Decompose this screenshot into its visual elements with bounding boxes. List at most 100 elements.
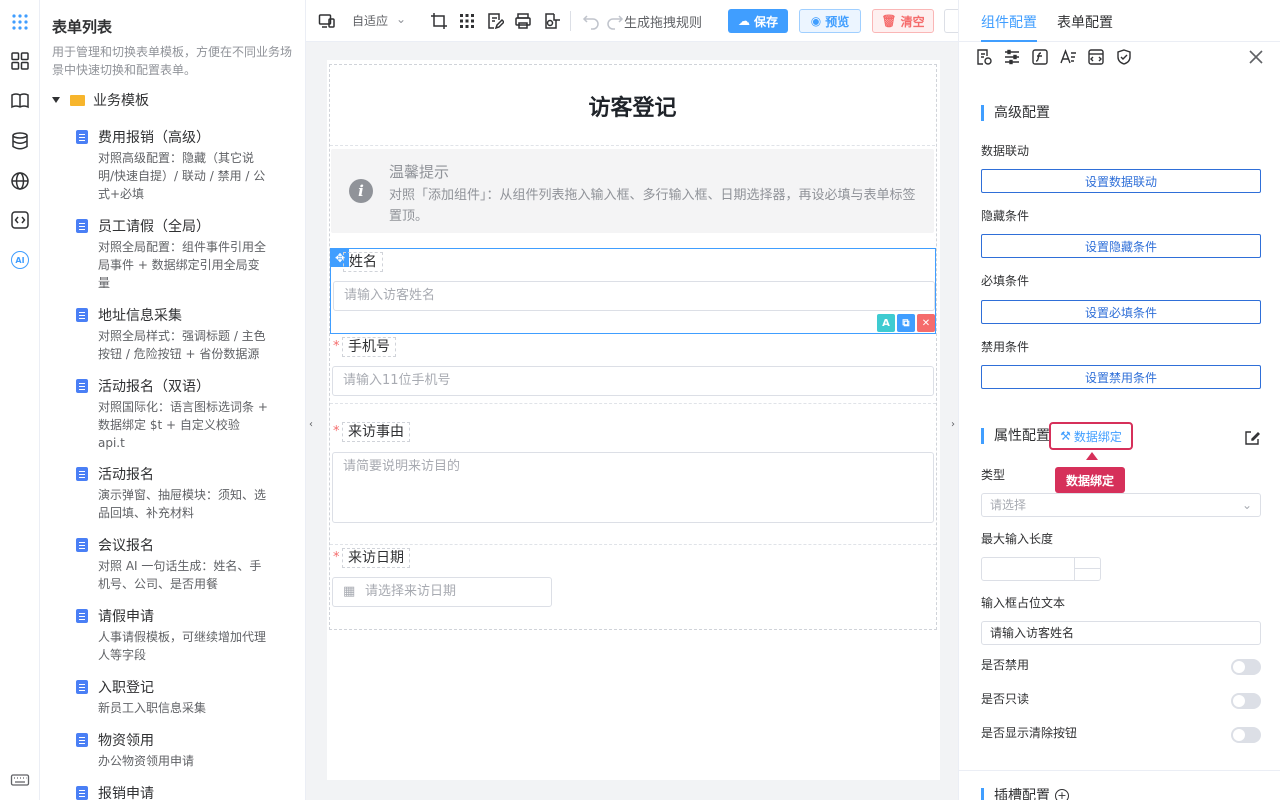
apps-grid-icon[interactable] bbox=[8, 10, 32, 34]
title-component[interactable]: 访客登记 bbox=[330, 66, 935, 146]
tip-alert[interactable]: i 温馨提示 对照「添加组件」：从组件列表拖入输入框、多行输入框、日期选择器，再… bbox=[331, 149, 934, 233]
folder-label: 业务模板 bbox=[93, 93, 149, 109]
function-icon[interactable] bbox=[1031, 48, 1049, 66]
collapse-left-button[interactable]: ‹ bbox=[306, 404, 316, 444]
disabled-switch[interactable] bbox=[1231, 659, 1261, 675]
form-doc-icon bbox=[76, 467, 88, 481]
linkage-label: 数据联动 bbox=[981, 144, 1030, 158]
toolbar: 自适应 ⌄ 生成拖拽规则 ☁ 保存 ◉ 预览 🗑 清空 bbox=[306, 0, 958, 42]
layout-mode-select[interactable]: 自适应 bbox=[352, 12, 388, 29]
delete-icon[interactable]: ✕ bbox=[917, 314, 935, 332]
edit-form-icon[interactable] bbox=[486, 12, 506, 30]
required-condition-label: 必填条件 bbox=[981, 274, 1030, 288]
close-icon[interactable] bbox=[1247, 48, 1265, 66]
tab-component-config[interactable]: 组件配置 bbox=[981, 12, 1037, 32]
date-placeholder: 请选择来访日期 bbox=[365, 584, 457, 599]
code-icon[interactable] bbox=[8, 208, 32, 232]
field-name[interactable]: ✥ 姓名 请输入访客姓名 A ⧉ ✕ bbox=[330, 248, 936, 334]
phone-input[interactable]: 请输入11位手机号 bbox=[332, 366, 934, 396]
name-input[interactable]: 请输入访客姓名 bbox=[333, 281, 935, 311]
template-desc: 对照全局样式：强调标题 / 主色按钮 / 危险按钮 + 省份数据源 bbox=[98, 329, 266, 361]
edit-icon[interactable] bbox=[1243, 429, 1261, 447]
undo-icon[interactable] bbox=[582, 12, 600, 30]
placeholder-input[interactable]: 请输入访客姓名 bbox=[981, 621, 1261, 645]
add-slot-icon[interactable]: + bbox=[1055, 789, 1069, 800]
type-placeholder: 请选择 bbox=[990, 498, 1027, 512]
data-binding-button[interactable]: ⚒ 数据绑定 bbox=[1049, 422, 1133, 450]
placeholder-label: 输入框占位文本 bbox=[981, 596, 1066, 610]
shield-icon[interactable] bbox=[1115, 48, 1133, 66]
template-desc: 对照高级配置：隐藏（其它说明/快速自提）/ 联动 / 禁用 / 公式+必填 bbox=[98, 151, 266, 201]
field-phone[interactable]: * 手机号 请输入11位手机号 bbox=[330, 334, 936, 404]
disabled-switch-label: 是否禁用 bbox=[981, 658, 1030, 672]
form-title: 访客登记 bbox=[588, 96, 677, 121]
trash-icon: 🗑 bbox=[881, 14, 897, 28]
keyboard-icon[interactable] bbox=[8, 768, 32, 792]
readonly-switch-label: 是否只读 bbox=[981, 692, 1030, 706]
clearable-switch[interactable] bbox=[1231, 727, 1261, 743]
template-name: 员工请假（全局） bbox=[98, 219, 210, 235]
generate-rules-button[interactable]: 生成拖拽规则 bbox=[624, 12, 702, 31]
field-label: 来访事由 bbox=[342, 422, 410, 442]
form-doc-icon bbox=[76, 786, 88, 800]
globe-icon[interactable] bbox=[8, 169, 32, 193]
required-mark: * bbox=[333, 424, 340, 439]
components-icon[interactable] bbox=[8, 49, 32, 73]
crop-icon[interactable] bbox=[430, 12, 448, 30]
save-button[interactable]: ☁ 保存 bbox=[728, 9, 788, 33]
maxlen-label: 最大输入长度 bbox=[981, 532, 1054, 546]
preview-button[interactable]: ◉ 预览 bbox=[799, 9, 861, 33]
config-panel: 组件配置 表单配置 高级配置 数据联动 设置数据联动 隐藏条件 设置隐藏条件 必… bbox=[958, 0, 1280, 800]
slot-config-title: 插槽配置 bbox=[981, 788, 1050, 800]
ai-assist-icon[interactable]: A bbox=[877, 314, 895, 332]
field-date[interactable]: * 来访日期 ▦ 请选择来访日期 bbox=[330, 545, 936, 615]
form-doc-icon bbox=[76, 680, 88, 694]
stepper[interactable] bbox=[1074, 558, 1100, 580]
disabled-condition-label: 禁用条件 bbox=[981, 340, 1030, 354]
book-icon[interactable] bbox=[8, 89, 32, 113]
save-label: 保存 bbox=[753, 14, 778, 29]
print-icon[interactable] bbox=[514, 12, 532, 30]
type-select[interactable]: 请选择 ⌄ bbox=[981, 493, 1261, 517]
preview-label: 预览 bbox=[825, 14, 850, 29]
template-list-panel: 表单列表 用于管理和切换表单模板，方便在不同业务场景中快速切换和配置表单。 业务… bbox=[40, 0, 306, 800]
field-reason[interactable]: * 来访事由 请简要说明来访目的 bbox=[330, 419, 936, 545]
folder-business-templates[interactable]: 业务模板 bbox=[52, 90, 149, 110]
copy-icon[interactable]: ⧉ bbox=[897, 314, 915, 332]
field-label: 姓名 bbox=[343, 252, 383, 272]
panel-description: 用于管理和切换表单模板，方便在不同业务场景中快速切换和配置表单。 bbox=[52, 45, 293, 77]
clear-button[interactable]: 🗑 清空 bbox=[872, 9, 934, 33]
set-linkage-button[interactable]: 设置数据联动 bbox=[981, 169, 1261, 193]
tip-body: 对照「添加组件」：从组件列表拖入输入框、多行输入框、日期选择器，再设必填与表单标… bbox=[389, 188, 916, 224]
caret-down-icon bbox=[52, 97, 60, 103]
tab-form-config[interactable]: 表单配置 bbox=[1057, 12, 1113, 32]
json-icon[interactable] bbox=[542, 12, 560, 30]
form-doc-icon bbox=[76, 130, 88, 144]
redo-icon[interactable] bbox=[606, 12, 624, 30]
template-name: 会议报名 bbox=[98, 538, 154, 554]
date-picker[interactable]: ▦ 请选择来访日期 bbox=[332, 577, 552, 607]
set-required-button[interactable]: 设置必填条件 bbox=[981, 300, 1261, 324]
text-style-icon[interactable] bbox=[1059, 48, 1077, 66]
form-settings-icon[interactable] bbox=[975, 48, 993, 66]
reason-textarea[interactable]: 请简要说明来访目的 bbox=[332, 452, 934, 523]
database-icon[interactable] bbox=[8, 129, 32, 153]
ai-icon[interactable]: AI bbox=[8, 248, 32, 272]
field-label: 手机号 bbox=[342, 337, 396, 357]
template-name: 入职登记 bbox=[98, 680, 154, 696]
code-panel-icon[interactable] bbox=[1087, 48, 1105, 66]
chevron-right-icon: › bbox=[951, 418, 955, 430]
readonly-switch[interactable] bbox=[1231, 693, 1261, 709]
device-icon[interactable] bbox=[318, 12, 336, 30]
more-button[interactable] bbox=[944, 9, 958, 33]
collapse-right-button[interactable]: › bbox=[948, 404, 958, 444]
form-doc-icon bbox=[76, 733, 88, 747]
binding-label: 数据绑定 bbox=[1073, 429, 1122, 444]
maxlen-input[interactable] bbox=[981, 557, 1101, 581]
set-hidden-button[interactable]: 设置隐藏条件 bbox=[981, 234, 1261, 258]
form-doc-icon bbox=[76, 219, 88, 233]
template-desc: 人事请假模板，可继续增加代理人等字段 bbox=[98, 630, 267, 662]
sliders-icon[interactable] bbox=[1003, 48, 1021, 66]
set-disabled-button[interactable]: 设置禁用条件 bbox=[981, 365, 1261, 389]
grid-icon[interactable] bbox=[458, 12, 476, 30]
